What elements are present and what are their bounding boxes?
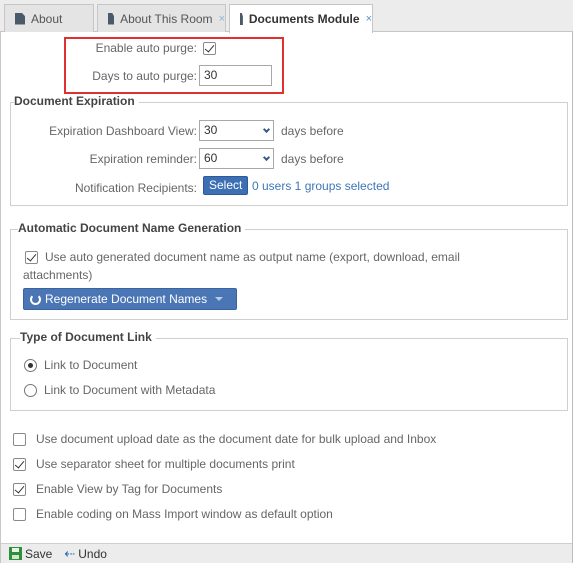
use-auto-name-label-line1: Use auto generated document name as outp… xyxy=(45,250,460,264)
name-generation-legend: Automatic Document Name Generation xyxy=(18,221,246,235)
document-icon xyxy=(108,12,115,25)
mass-import-coding-label: Enable coding on Mass Import window as d… xyxy=(36,507,333,521)
enable-auto-purge-label: Enable auto purge: xyxy=(95,41,197,55)
link-to-document-metadata-label: Link to Document with Metadata xyxy=(44,383,216,397)
separator-sheet-checkbox[interactable] xyxy=(13,458,26,471)
expiration-dashboard-view-label: Expiration Dashboard View: xyxy=(49,124,197,138)
regenerate-document-names-button[interactable]: Regenerate Document Names xyxy=(23,288,237,310)
expiration-reminder-suffix: days before xyxy=(281,152,344,166)
expiration-reminder-value: 60 xyxy=(204,151,218,165)
close-icon[interactable]: × xyxy=(366,6,372,32)
upload-date-label: Use document upload date as the document… xyxy=(36,432,437,446)
caret-down-icon[interactable] xyxy=(215,297,224,301)
view-by-tag-label: Enable View by Tag for Documents xyxy=(36,482,223,496)
link-to-document-label: Link to Document xyxy=(44,358,138,372)
document-link-type-legend: Type of Document Link xyxy=(20,330,156,344)
tab-documents-module-label: Documents Module xyxy=(248,12,360,26)
expiration-dashboard-view-value: 30 xyxy=(204,123,218,137)
document-link-type-group xyxy=(10,338,568,411)
notification-recipients-label: Notification Recipients: xyxy=(74,181,197,195)
undo-icon: ⇠ xyxy=(64,545,76,561)
view-by-tag-checkbox[interactable] xyxy=(13,483,26,496)
mass-import-coding-checkbox[interactable] xyxy=(13,508,26,521)
use-auto-name-checkbox[interactable] xyxy=(25,251,38,264)
chevron-down-icon[interactable] xyxy=(259,121,273,140)
close-icon[interactable]: × xyxy=(219,6,225,32)
tab-about-this-room-label: About This Room xyxy=(120,11,213,26)
tab-documents-module[interactable]: Documents Module × xyxy=(229,4,373,33)
recipients-summary-link[interactable]: 0 users 1 groups selected xyxy=(252,179,389,193)
days-to-auto-purge-label: Days to auto purge: xyxy=(92,69,197,83)
refresh-icon xyxy=(30,293,41,305)
use-auto-name-label-line2: attachments) xyxy=(23,268,93,282)
document-expiration-legend: Document Expiration xyxy=(14,94,139,108)
regenerate-document-names-label: Regenerate Document Names xyxy=(45,292,208,306)
tab-about-label: About xyxy=(31,11,63,26)
expiration-reminder-select[interactable]: 60 xyxy=(199,148,274,169)
document-icon xyxy=(240,13,243,25)
undo-label: Undo xyxy=(78,546,107,561)
link-to-document-metadata-radio[interactable] xyxy=(24,384,37,397)
tab-strip: About About This Room × Documents Module… xyxy=(0,0,573,33)
document-icon xyxy=(15,12,25,25)
days-to-auto-purge-input[interactable]: 30 xyxy=(199,65,272,86)
undo-button[interactable]: ⇠ Undo xyxy=(64,546,107,562)
save-button[interactable]: Save xyxy=(9,547,52,561)
save-label: Save xyxy=(25,546,53,561)
enable-auto-purge-checkbox[interactable] xyxy=(203,42,216,55)
expiration-dashboard-view-select[interactable]: 30 xyxy=(199,120,274,141)
separator-sheet-label: Use separator sheet for multiple documen… xyxy=(36,457,295,471)
save-icon xyxy=(9,547,22,560)
link-to-document-radio[interactable] xyxy=(24,359,37,372)
tab-about-this-room[interactable]: About This Room × xyxy=(97,4,226,32)
expiration-dashboard-suffix: days before xyxy=(281,124,344,138)
upload-date-checkbox[interactable] xyxy=(13,433,26,446)
chevron-down-icon[interactable] xyxy=(259,149,273,168)
expiration-reminder-label: Expiration reminder: xyxy=(89,152,197,166)
tab-about[interactable]: About xyxy=(4,4,94,32)
select-recipients-button[interactable]: Select xyxy=(203,176,249,195)
bottom-toolbar: Save ⇠ Undo xyxy=(1,543,572,563)
